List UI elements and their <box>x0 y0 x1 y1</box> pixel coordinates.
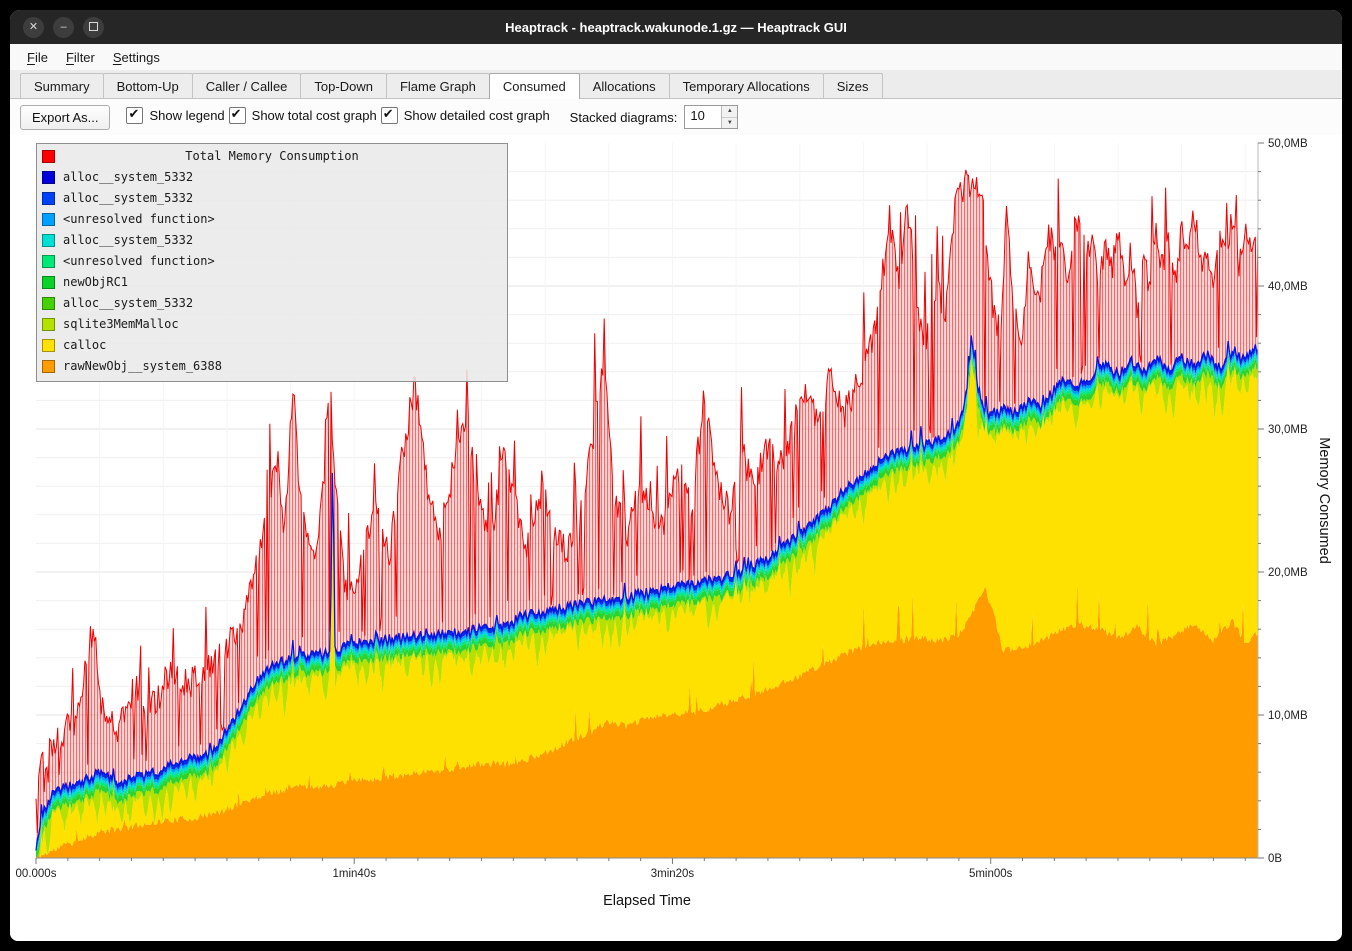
legend-entry: alloc__system_5332 <box>37 293 507 314</box>
titlebar[interactable]: ✕ – Heaptrack - heaptrack.wakunode.1.gz … <box>10 10 1342 44</box>
legend-label: alloc__system_5332 <box>63 188 193 209</box>
legend-label: rawNewObj__system_6388 <box>63 356 222 377</box>
tab-summary[interactable]: Summary <box>20 73 104 98</box>
tab-top-down[interactable]: Top-Down <box>300 73 387 98</box>
checkbox-label: Show total cost graph <box>252 108 377 123</box>
legend-swatch <box>42 213 55 226</box>
legend-label: <unresolved function> <box>63 209 215 230</box>
checkbox-label: Show detailed cost graph <box>404 108 550 123</box>
app-window: ✕ – Heaptrack - heaptrack.wakunode.1.gz … <box>10 10 1342 941</box>
svg-text:3min20s: 3min20s <box>651 868 695 880</box>
svg-text:1min40s: 1min40s <box>332 868 376 880</box>
checkbox-show-detailed-cost-graph[interactable]: Show detailed cost graph <box>381 107 550 124</box>
legend-label: newObjRC1 <box>63 272 128 293</box>
spin-up-button[interactable]: ▲ <box>722 106 737 118</box>
legend-swatch <box>42 318 55 331</box>
tab-bottom-up[interactable]: Bottom-Up <box>103 73 193 98</box>
legend-label: alloc__system_5332 <box>63 230 193 251</box>
tab-allocations[interactable]: Allocations <box>579 73 670 98</box>
menu-settings[interactable]: Settings <box>104 47 169 68</box>
tab-bar: SummaryBottom-UpCaller / CalleeTop-DownF… <box>10 70 1342 99</box>
svg-text:Elapsed Time: Elapsed Time <box>603 893 691 909</box>
svg-text:5min00s: 5min00s <box>969 868 1013 880</box>
titlebar-buttons: ✕ – <box>23 17 104 38</box>
legend-label: <unresolved function> <box>63 251 215 272</box>
legend-swatch <box>42 234 55 247</box>
stacked-diagrams-label: Stacked diagrams: <box>570 110 678 125</box>
checkbox-show-total-cost-graph[interactable]: Show total cost graph <box>229 107 377 124</box>
legend-swatch <box>42 339 55 352</box>
menu-file[interactable]: File <box>18 47 57 68</box>
chart-legend: Total Memory Consumption alloc__system_53… <box>36 143 508 382</box>
legend-swatch <box>42 360 55 373</box>
tab-sizes[interactable]: Sizes <box>823 73 883 98</box>
window-title: Heaptrack - heaptrack.wakunode.1.gz — He… <box>10 20 1342 35</box>
stacked-diagrams-control: Stacked diagrams: 10 ▲ ▼ <box>570 105 739 129</box>
legend-entry: <unresolved function> <box>37 251 507 272</box>
legend-entry: newObjRC1 <box>37 272 507 293</box>
maximize-button[interactable] <box>83 17 104 38</box>
svg-text:20,0MB: 20,0MB <box>1268 567 1308 579</box>
svg-text:10,0MB: 10,0MB <box>1268 710 1308 722</box>
checkbox-icon <box>381 107 398 124</box>
checkbox-show-legend[interactable]: Show legend <box>126 107 224 124</box>
svg-text:Memory Consumed: Memory Consumed <box>1316 437 1332 564</box>
tab-flame-graph[interactable]: Flame Graph <box>386 73 490 98</box>
legend-entry: <unresolved function> <box>37 209 507 230</box>
legend-swatch <box>42 192 55 205</box>
svg-text:50,0MB: 50,0MB <box>1268 138 1308 150</box>
stacked-diagrams-value: 10 <box>685 106 721 128</box>
legend-swatch <box>42 276 55 289</box>
menu-bar: FileFilterSettings <box>10 44 1342 70</box>
legend-entry: alloc__system_5332 <box>37 230 507 251</box>
legend-entry: rawNewObj__system_6388 <box>37 356 507 377</box>
spin-down-button[interactable]: ▼ <box>722 118 737 129</box>
legend-swatch-total <box>42 150 55 163</box>
svg-text:0B: 0B <box>1268 853 1282 865</box>
menu-filter[interactable]: Filter <box>57 47 104 68</box>
close-button[interactable]: ✕ <box>23 17 44 38</box>
legend-label: alloc__system_5332 <box>63 293 193 314</box>
tab-temporary-allocations[interactable]: Temporary Allocations <box>669 73 824 98</box>
stacked-diagrams-spinbox[interactable]: 10 ▲ ▼ <box>684 105 738 129</box>
export-as-button[interactable]: Export As... <box>20 105 110 130</box>
maximize-icon <box>89 22 98 31</box>
legend-label: calloc <box>63 335 106 356</box>
tab-caller-callee[interactable]: Caller / Callee <box>192 73 302 98</box>
legend-swatch <box>42 297 55 310</box>
svg-text:00.000s: 00.000s <box>16 868 57 880</box>
checkbox-icon <box>229 107 246 124</box>
legend-entry: alloc__system_5332 <box>37 188 507 209</box>
minimize-button[interactable]: – <box>53 17 74 38</box>
legend-entry: alloc__system_5332 <box>37 167 507 188</box>
legend-label: alloc__system_5332 <box>63 167 193 188</box>
legend-swatch <box>42 255 55 268</box>
spinbox-buttons: ▲ ▼ <box>721 106 737 128</box>
legend-title: Total Memory Consumption <box>185 149 358 163</box>
svg-text:30,0MB: 30,0MB <box>1268 424 1308 436</box>
svg-text:40,0MB: 40,0MB <box>1268 281 1308 293</box>
chart-area: 00.000s 1min40s 3min20s 5min00s 0B 10,0MB 20,0… <box>10 135 1342 941</box>
checkbox-group: Show legend Show total cost graph Show det… <box>126 107 553 127</box>
toolbar: Export As... Show legend Show total cost … <box>10 99 1342 135</box>
legend-entry: sqlite3MemMalloc <box>37 314 507 335</box>
checkbox-label: Show legend <box>149 108 224 123</box>
checkbox-icon <box>126 107 143 124</box>
legend-entry: calloc <box>37 335 507 356</box>
legend-swatch <box>42 171 55 184</box>
tab-consumed[interactable]: Consumed <box>489 73 580 99</box>
legend-label: sqlite3MemMalloc <box>63 314 179 335</box>
